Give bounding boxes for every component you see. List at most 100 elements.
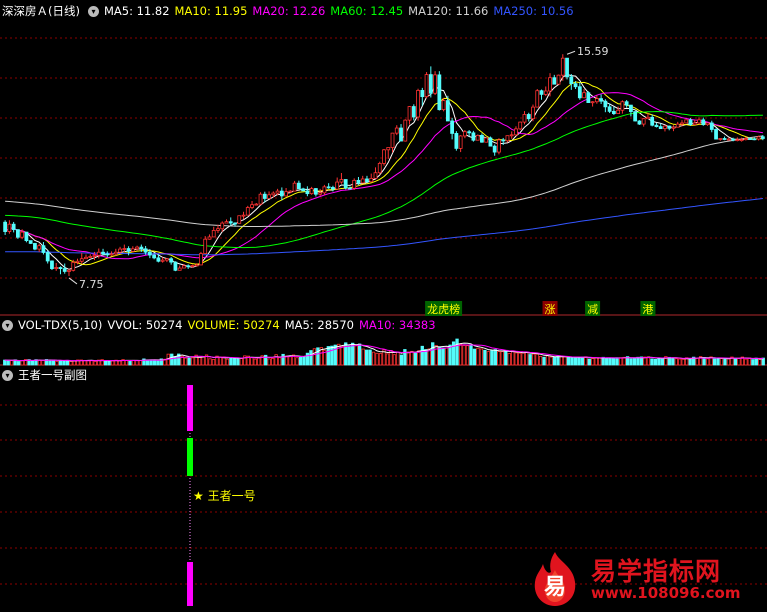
- candle: [603, 99, 608, 113]
- candle: [705, 122, 710, 126]
- candle-body: [152, 254, 157, 259]
- tag-label: 减: [587, 303, 598, 316]
- candle-body: [160, 259, 165, 262]
- volume-bar: [170, 353, 174, 366]
- candle: [130, 246, 135, 253]
- candle-body: [279, 190, 284, 197]
- candle: [326, 183, 331, 189]
- candle-body: [390, 132, 395, 148]
- candle: [586, 91, 591, 103]
- candle-body: [445, 100, 450, 122]
- volume-bar: [312, 348, 317, 366]
- annotation-label: 15.59: [577, 45, 609, 58]
- candle: [365, 175, 369, 183]
- volume-bar: [371, 351, 376, 366]
- candle: [492, 144, 497, 156]
- candle-body: [360, 178, 365, 184]
- candle-body: [182, 265, 186, 269]
- candle: [722, 136, 727, 141]
- volume-bar: [30, 360, 35, 366]
- ma-legend-item-1: MA10: 11.95: [174, 4, 248, 18]
- volume-indicator-name: VOL-TDX(5,10): [18, 318, 103, 332]
- candle-body: [71, 261, 76, 271]
- volume-bar: [712, 358, 717, 366]
- volume-bar: [531, 353, 536, 366]
- candle: [390, 132, 395, 153]
- candle-body: [641, 118, 646, 125]
- candle-body: [382, 149, 386, 164]
- volume-bar: [361, 348, 365, 366]
- candle-body: [667, 125, 672, 129]
- volume-bar: [93, 360, 97, 366]
- candle: [514, 126, 518, 136]
- candle-body: [318, 192, 323, 195]
- candle-body: [348, 187, 352, 190]
- candle-body: [224, 221, 229, 224]
- volume-legend-item-2: MA5: 28570: [284, 318, 354, 332]
- candle-body: [552, 77, 557, 85]
- sub-chart-menu-icon[interactable]: ▾: [2, 369, 13, 381]
- candle-body: [714, 129, 718, 140]
- candle-body: [399, 127, 403, 142]
- candle-body: [245, 207, 250, 216]
- candle-body: [743, 138, 748, 141]
- volume-legend-item-3: MA10: 34383: [358, 318, 436, 332]
- volume-bar: [351, 342, 355, 366]
- candle: [475, 134, 480, 141]
- candle: [709, 120, 714, 133]
- candle-body: [109, 253, 114, 256]
- volume-bar: [438, 347, 442, 366]
- candle-body: [50, 260, 54, 270]
- volume-bar: [48, 359, 52, 366]
- volume-bar: [399, 354, 404, 366]
- candle-body: [373, 172, 378, 179]
- candle-body: [394, 127, 399, 134]
- ma-lines: [4, 73, 763, 270]
- volume-bar: [660, 357, 665, 366]
- candle-body: [284, 191, 288, 197]
- volume-bar: [615, 357, 619, 366]
- candle: [471, 130, 476, 142]
- volume-bar: [229, 357, 233, 366]
- candle: [309, 186, 314, 195]
- tag-label: 港: [642, 303, 653, 316]
- volume-bar: [431, 342, 435, 366]
- volume-bar: [744, 358, 748, 366]
- volume-bar: [326, 346, 330, 366]
- candle: [211, 226, 216, 238]
- candle-body: [233, 222, 237, 225]
- candle: [54, 262, 59, 271]
- candle-body: [88, 256, 93, 258]
- candle-body: [428, 74, 433, 94]
- volume-bar: [521, 352, 525, 366]
- candle-body: [467, 131, 472, 134]
- candle: [663, 124, 667, 132]
- volume-bar: [622, 356, 626, 366]
- volume-bar: [472, 348, 477, 366]
- volume-bar: [3, 359, 7, 366]
- indicator-menu-icon[interactable]: ▾: [87, 5, 99, 17]
- volume-legend-item-1: VOLUME: 50274: [187, 318, 280, 332]
- candle: [377, 161, 382, 175]
- candle-body: [748, 138, 752, 140]
- candle-body: [139, 246, 144, 250]
- volume-bar: [253, 358, 257, 366]
- candle: [41, 242, 46, 255]
- volume-bar: [309, 350, 313, 366]
- candle-body: [322, 186, 327, 194]
- volume-bar: [135, 360, 139, 366]
- candle: [480, 133, 484, 143]
- candle-body: [607, 106, 612, 112]
- candle: [701, 117, 706, 126]
- star-icon: ★: [193, 489, 204, 503]
- candle: [497, 138, 501, 155]
- volume-bar: [295, 357, 299, 366]
- volume-bar: [225, 358, 230, 366]
- volume-bar: [566, 357, 571, 366]
- ma-legend: MA5: 11.82 MA10: 11.95 MA20: 12.26 MA60: 12…: [104, 3, 579, 19]
- watermark-title: 易学指标网: [591, 557, 722, 586]
- candle: [369, 173, 374, 183]
- volume-menu-icon[interactable]: ▾: [2, 319, 13, 331]
- tag-label: 龙虎榜: [427, 302, 460, 316]
- volume-bar: [584, 356, 588, 366]
